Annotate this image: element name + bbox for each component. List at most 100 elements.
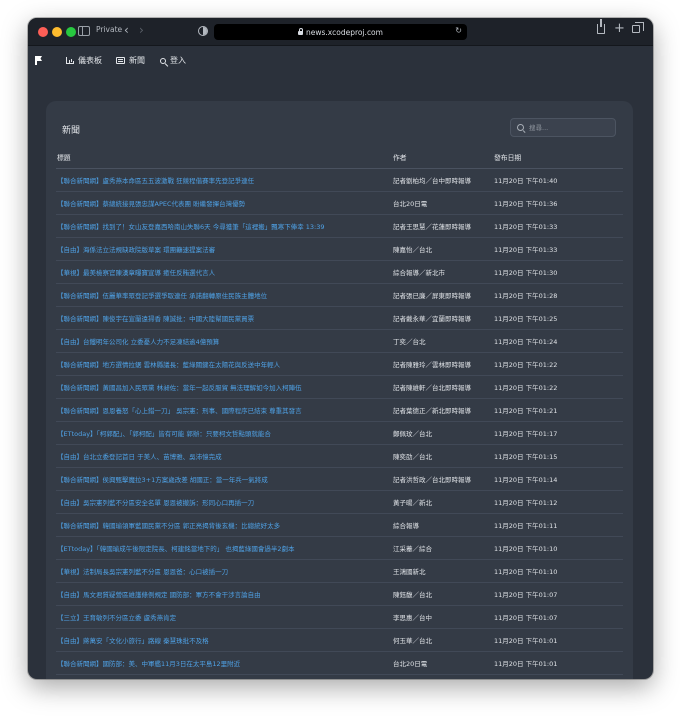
news-date: 11月20日 下午01:40 (493, 168, 623, 192)
new-tab-icon[interactable]: + (614, 21, 625, 36)
news-author: 陳鈺馥／台北 (392, 582, 493, 606)
news-date: 11月20日 下午01:07 (493, 582, 623, 606)
news-date: 11月20日 下午01:10 (493, 559, 623, 583)
newspaper-icon (116, 57, 125, 64)
news-date: 11月20日 下午01:36 (493, 191, 623, 215)
news-title-link[interactable]: 【聯合新聞網】韓國瑜領軍藍國民黨不分區 郭正亮揭背後玄機：比總統好太多 (56, 513, 392, 537)
column-header-author[interactable]: 作者 (392, 147, 493, 169)
url-text: news.xcodeproj.com (306, 27, 383, 37)
news-author: 台北20日電 (392, 651, 493, 675)
news-title-link[interactable]: 【華視】最美檢察官陳漢章曝寶宣導 癒任反賄選代言人 (56, 260, 392, 284)
table-header-row: 標題 作者 發布日期 (56, 147, 623, 169)
news-title-link[interactable]: 【華視】法制局長吳宗憲列藍不分區 恩恩爸：心口被插一刀 (56, 559, 392, 583)
news-title-link[interactable]: 【聯合新聞網】侯興甄擊魔拉3+1方案歲改差 胡國正：當一年兵一氣將成 (56, 467, 392, 491)
table-row: 【聯合新聞網】盧秀燕本命區五五波激戰 狂競程偕賽率先登記爭連任 記者劉柏均／台中即… (56, 168, 623, 192)
news-title-link[interactable]: 【ETtoday】「韓國瑜成午後限定院長、柯建銘當地下的」 也揭藍綠國會過半2劇… (56, 536, 392, 560)
column-header-date[interactable]: 發布日期 (493, 147, 623, 169)
news-title-link[interactable]: 【自由】台鐵明年公司化 立委憂人力不足凍結逾4億預算 (56, 329, 392, 353)
search-icon (517, 124, 524, 131)
news-title-link[interactable]: 【聯合新聞網】國防部：美、中軍艦11月3日在太平島12里附近 (56, 651, 392, 675)
lock-icon (298, 28, 304, 35)
forward-arrow-icon[interactable]: › (139, 23, 144, 37)
column-header-title[interactable]: 標題 (56, 147, 392, 169)
news-date: 11月20日 下午01:24 (493, 329, 623, 353)
reload-icon[interactable]: ↻ (455, 26, 462, 35)
nav-news-label: 新聞 (129, 56, 145, 65)
nav-dashboard[interactable]: 儀表板 (66, 55, 102, 66)
close-window-button[interactable] (38, 27, 48, 37)
news-author: 記者張已廉／屏東即時報導 (392, 283, 493, 307)
table-row: 【聯合新聞網】恩恩養怒「心上錯一刀」 吳宗憲：刑事、國際程序已結束 尊重其發言記… (56, 398, 623, 422)
news-title-link[interactable]: 【自由】蔣萬安「文化小旅行」路線 秦慧珠批不及格 (56, 628, 392, 652)
news-author: 王鴻國新北 (392, 559, 493, 583)
news-title-link[interactable]: 【聯合新聞網】伍麗華率眾登記爭選爭取連任 承諾翻轉原住民族主體地位 (56, 283, 392, 307)
tab-overview-icon[interactable] (632, 22, 644, 33)
news-date: 11月20日 下午01:14 (493, 467, 623, 491)
news-author: 陳奕劭／台北 (392, 444, 493, 468)
news-author: 記者葉德正／新北即時報導 (392, 398, 493, 422)
news-title-link[interactable]: 【聯合新聞網】蔡總統接見張忠謀APEC代表團 盼繼發揮台灣優勢 (56, 191, 392, 215)
nav-login[interactable]: 登入 (160, 55, 186, 66)
news-title-link[interactable]: 【聯合新聞網】陳俊宇在宣蘭遠掃香 陳誠批：中國大陸幫國民黨買票 (56, 306, 392, 330)
news-title-link[interactable]: 【自由】台北立委登記首日 于美人、苗博雅、吳沛憶完成 (56, 444, 392, 468)
news-author: 記者洪哲政／台北即時報導 (392, 467, 493, 491)
news-author: 丁奕／台北 (392, 329, 493, 353)
privacy-shield-icon[interactable] (198, 26, 208, 36)
back-arrow-icon[interactable]: ‹ (124, 23, 129, 37)
news-date: 11月20日 下午01:07 (493, 605, 623, 629)
nav-dashboard-label: 儀表板 (78, 56, 102, 65)
news-author: 鄭佩玟／台北 (392, 421, 493, 445)
news-title-link[interactable]: 【聯合新聞網】地方選情拉鋸 雲林縣議長：藍綠關鍵在太陽花與反送中年輕人 (56, 352, 392, 376)
maximize-window-button[interactable] (66, 27, 76, 37)
news-author: 記者戴永華／宜蘭即時報導 (392, 306, 493, 330)
nav-news[interactable]: 新聞 (116, 55, 145, 66)
table-row: 【自由】台北立委登記首日 于美人、苗博雅、吳沛憶完成 陳奕劭／台北 11月20日 下… (56, 444, 623, 468)
table-row: 【ETtoday】「柯郭配」、「郭柯配」皆有可能 郭辦：只要柯文哲點頭就能合 鄭佩… (56, 421, 623, 445)
table-row: 【聯合新聞網】找到了！女山友登嘉西哈南山失聯6天 今尋獲筆「這裡搬」飄寒下俸幸 … (56, 214, 623, 238)
news-author: 記者王思慧／花蓮即時報導 (392, 214, 493, 238)
news-title-link[interactable]: 【聯合新聞網】黃國昌加入民眾黨 林昶佐：當年一起反服貿 無法理解如今加入柯陣伍 (56, 375, 392, 399)
news-date: 11月20日 下午01:10 (493, 536, 623, 560)
search-box[interactable] (510, 118, 616, 137)
news-title-link[interactable]: 【聯合新聞網】盧秀燕本命區五五波激戰 狂競程偕賽率先登記爭連任 (56, 168, 392, 192)
share-icon[interactable] (597, 19, 605, 34)
news-title-link[interactable]: 【自由】海係法立法規缺政院版草案 環團籲速提案法審 (56, 237, 392, 261)
news-date: 11月20日 下午01:33 (493, 237, 623, 261)
news-author: 綜合報導／新北市 (392, 260, 493, 284)
news-title-link[interactable]: 【自由】馬文君質疑營區維護條例規定 國防部：軍方不會干涉言論自由 (56, 582, 392, 606)
news-card: 新聞 標題 作者 發布日期 【聯合新聞網】盧秀燕本命區五五波激戰 狂競程偕賽率先… (46, 101, 633, 679)
news-author: 江采蓁／綜合 (392, 536, 493, 560)
browser-window: Private ‹ › news.xcodeproj.com ↻ + 儀表板 新… (28, 18, 653, 679)
table-row: 【華視】最美檢察官陳漢章曝寶宣導 癒任反賄選代言人 綜合報導／新北市 11月20日 … (56, 260, 623, 284)
table-row: 【自由】馬文君質疑營區維護條例規定 國防部：軍方不會干涉言論自由 陳鈺馥／台北 11… (56, 582, 623, 606)
news-table-body: 【聯合新聞網】盧秀燕本命區五五波激戰 狂競程偕賽率先登記爭連任 記者劉柏均／台中即… (56, 168, 623, 675)
news-date: 11月20日 下午01:21 (493, 398, 623, 422)
table-row: 【聯合新聞網】陳俊宇在宣蘭遠掃香 陳誠批：中國大陸幫國民黨買票 記者戴永華／宜蘭即… (56, 306, 623, 330)
news-author: 黃子暘／新北 (392, 490, 493, 514)
news-author: 李思惠／台中 (392, 605, 493, 629)
minimize-window-button[interactable] (52, 27, 62, 37)
news-title-link[interactable]: 【聯合新聞網】恩恩養怒「心上錯一刀」 吳宗憲：刑事、國際程序已結束 尊重其發言 (56, 398, 392, 422)
news-date: 11月20日 下午01:22 (493, 375, 623, 399)
table-row: 【自由】吳宗憲列藍不分區安全名單 恩恩被撤訴：形同心口再插一刀 黃子暘／新北 11月… (56, 490, 623, 514)
news-author: 記者陳雅玲／雲林即時報導 (392, 352, 493, 376)
search-input[interactable] (529, 123, 609, 132)
news-date: 11月20日 下午01:22 (493, 352, 623, 376)
news-title-link[interactable]: 【聯合新聞網】找到了！女山友登嘉西哈南山失聯6天 今尋獲筆「這裡搬」飄寒下俸幸 … (56, 214, 392, 238)
news-date: 11月20日 下午01:12 (493, 490, 623, 514)
news-author: 綜合報導 (392, 513, 493, 537)
chart-icon (66, 57, 74, 64)
address-bar[interactable]: news.xcodeproj.com ↻ (214, 24, 467, 40)
site-logo-flag-icon[interactable] (35, 56, 37, 65)
table-row: 【聯合新聞網】侯興甄擊魔拉3+1方案歲改差 胡國正：當一年兵一氣將成 記者洪哲政／… (56, 467, 623, 491)
news-author: 記者劉柏均／台中即時報導 (392, 168, 493, 192)
news-date: 11月20日 下午01:33 (493, 214, 623, 238)
browser-titlebar: Private ‹ › news.xcodeproj.com ↻ + (28, 18, 653, 46)
news-title-link[interactable]: 【ETtoday】「柯郭配」、「郭柯配」皆有可能 郭辦：只要柯文哲點頭就能合 (56, 421, 392, 445)
news-title-link[interactable]: 【自由】吳宗憲列藍不分區安全名單 恩恩被撤訴：形同心口再插一刀 (56, 490, 392, 514)
table-row: 【聯合新聞網】地方選情拉鋸 雲林縣議長：藍綠關鍵在太陽花與反送中年輕人 記者陳雅玲… (56, 352, 623, 376)
news-title-link[interactable]: 【三立】王育敏列不分區立委 盧秀燕肯定 (56, 605, 392, 629)
table-row: 【聯合新聞網】國防部：美、中軍艦11月3日在太平島12里附近 台北20日電 11月2… (56, 651, 623, 675)
table-row: 【聯合新聞網】韓國瑜領軍藍國民黨不分區 郭正亮揭背後玄機：比總統好太多 綜合報導 1… (56, 513, 623, 537)
sidebar-toggle-icon[interactable] (78, 26, 90, 36)
